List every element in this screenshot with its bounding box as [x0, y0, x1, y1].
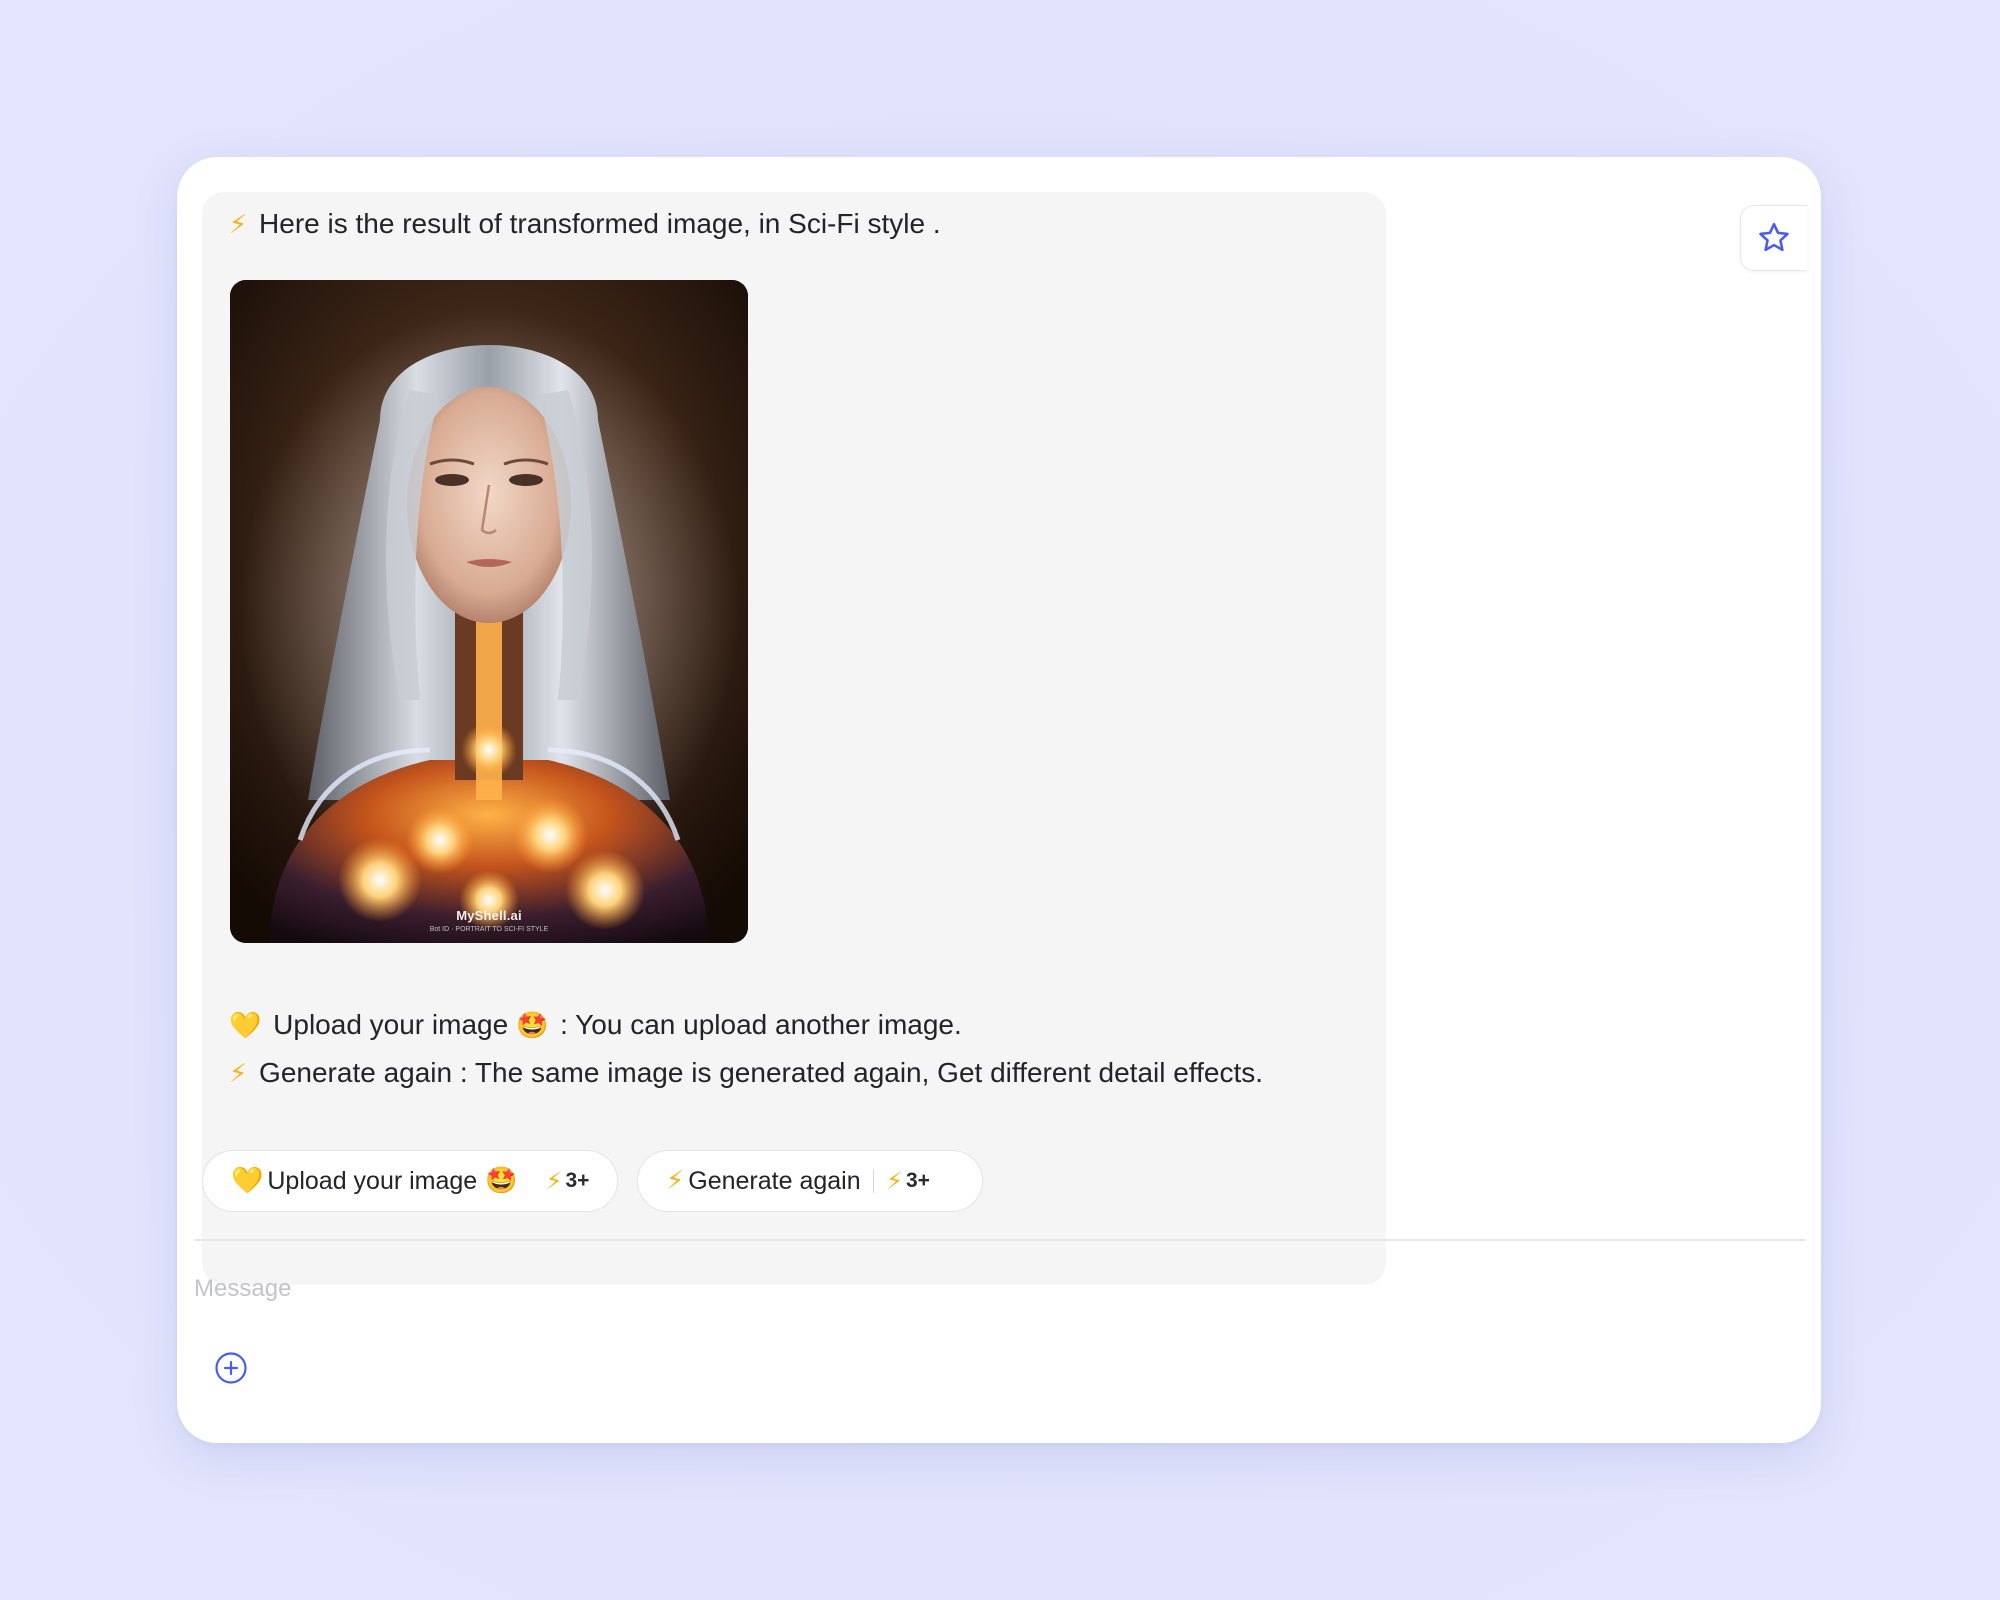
bot-message-bubble: ⚡ Here is the result of transformed imag…: [202, 192, 1386, 1285]
generate-hint-line: ⚡ Generate again : The same image is gen…: [229, 1056, 1263, 1091]
star-struck-icon: 🤩: [515, 1011, 549, 1041]
result-text: Here is the result of transformed image,…: [259, 208, 941, 239]
energy-bolt-icon: ⚡: [886, 1167, 903, 1195]
message-input[interactable]: [177, 1267, 1194, 1311]
watermark-subtitle: Bot ID · PORTRAIT TO SCI-FI STYLE: [429, 926, 549, 933]
upload-image-label: Upload your image: [267, 1166, 478, 1195]
generate-hint-text: Generate again : The same image is gener…: [259, 1057, 1264, 1088]
generate-again-label: Generate again: [688, 1166, 861, 1195]
yellow-heart-icon: 💛: [229, 1011, 262, 1041]
energy-cost: 3+: [565, 1169, 590, 1192]
result-line: ⚡ Here is the result of transformed imag…: [229, 207, 941, 242]
yellow-heart-icon: 💛: [231, 1166, 264, 1196]
upload-image-button[interactable]: 💛 Upload your image 🤩 ⚡ 3+: [202, 1150, 618, 1212]
upload-hint-label: Upload your image: [273, 1009, 509, 1040]
upload-hint-desc: : You can upload another image.: [560, 1009, 962, 1040]
energy-bolt-icon: ⚡: [545, 1167, 563, 1195]
bolt-icon: ⚡: [229, 1059, 248, 1089]
generate-again-button[interactable]: ⚡ Generate again ⚡ 3+: [637, 1150, 983, 1212]
result-image[interactable]: MyShell.ai Bot ID · PORTRAIT TO SCI-FI S…: [230, 280, 748, 943]
composer-divider: [194, 1239, 1806, 1241]
plus-circle-icon[interactable]: [214, 1351, 248, 1385]
button-divider: [872, 1169, 875, 1193]
bolt-icon: ⚡: [666, 1166, 685, 1196]
chat-window: ⚡ Here is the result of transformed imag…: [177, 157, 1821, 1443]
star-outline-icon: [1759, 222, 1789, 252]
watermark-brand: MyShell.ai: [456, 908, 522, 923]
favorite-button[interactable]: [1740, 205, 1807, 271]
bolt-icon: ⚡: [229, 210, 248, 240]
star-struck-icon: 🤩: [485, 1166, 518, 1196]
upload-hint-line: 💛 Upload your image 🤩 : You can upload a…: [229, 1008, 962, 1043]
energy-cost: 3+: [905, 1169, 930, 1192]
portrait-illustration: [230, 280, 748, 943]
